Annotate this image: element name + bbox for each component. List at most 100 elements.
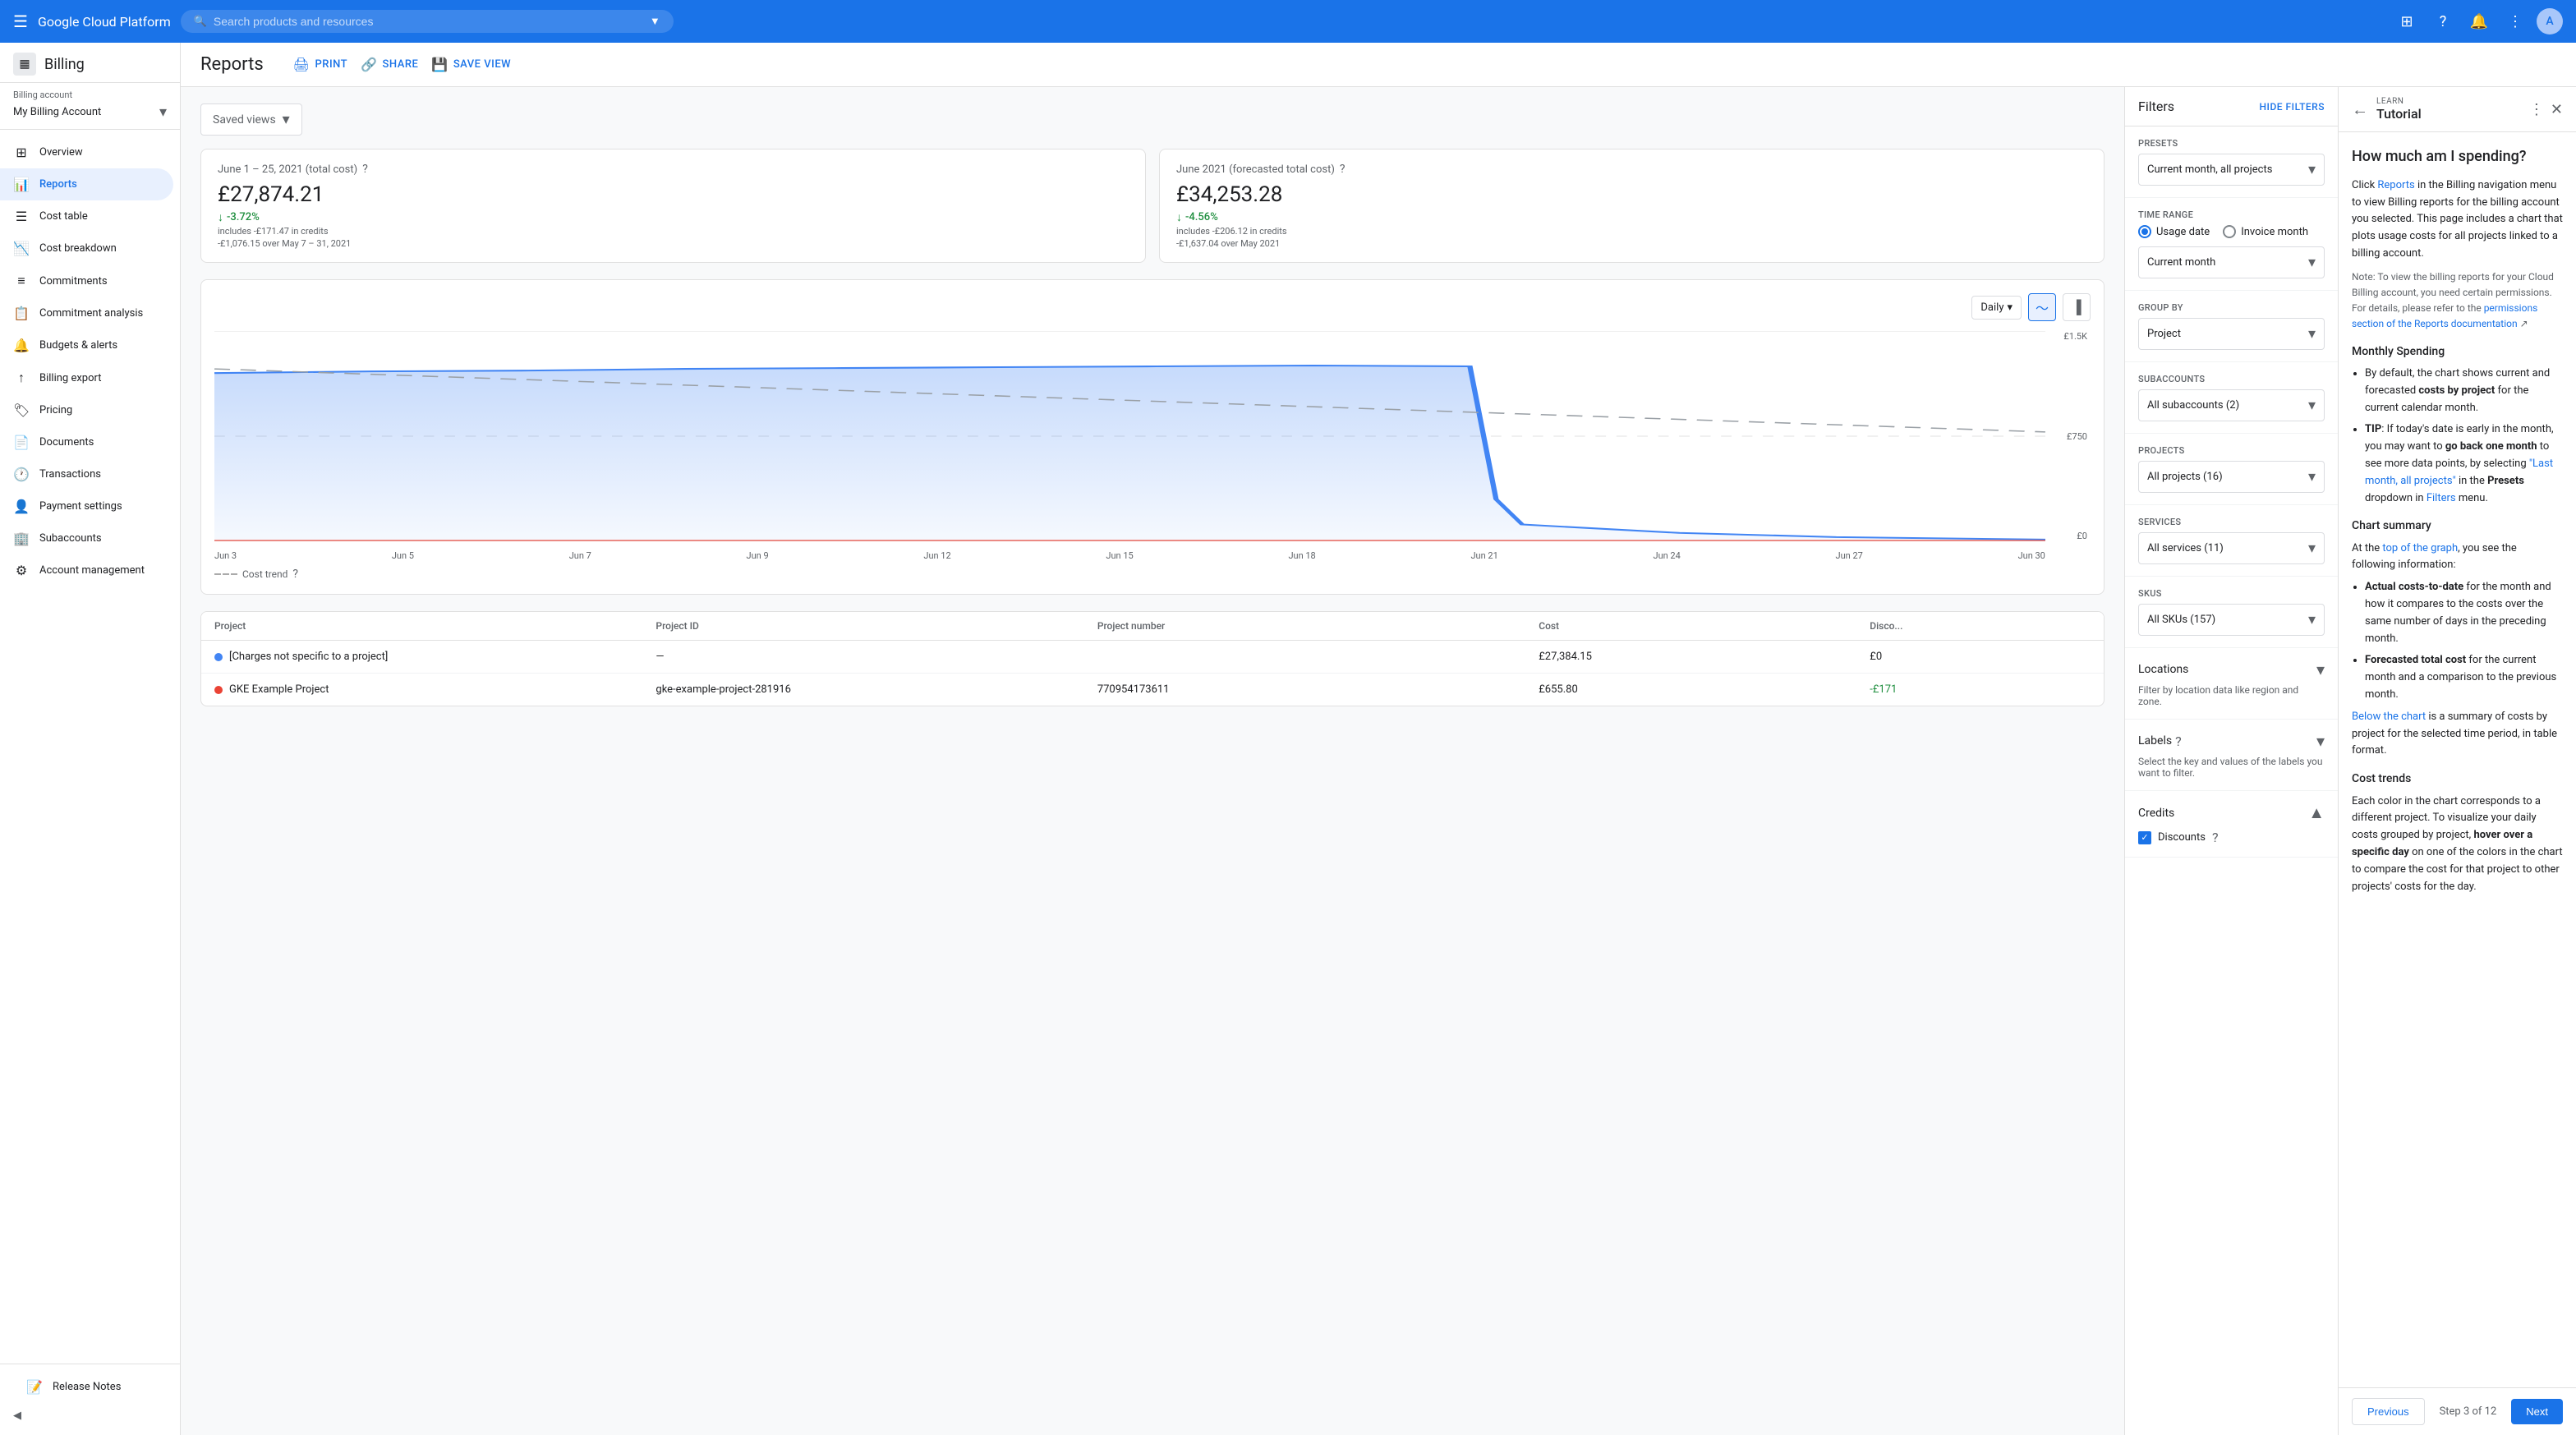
forecast-cost-help-icon[interactable]: ?: [1340, 163, 1346, 176]
sidebar-item-label-commitments: Commitments: [39, 275, 108, 287]
print-icon: 🖨: [293, 57, 310, 72]
sidebar-item-release-notes[interactable]: 📝 Release Notes: [13, 1371, 160, 1403]
tutorial-reports-link[interactable]: Reports: [2377, 179, 2414, 191]
usage-date-label: Usage date: [2156, 226, 2210, 238]
sidebar-item-transactions[interactable]: 🕐 Transactions: [0, 458, 173, 490]
services-select[interactable]: All services (11) ▾: [2138, 532, 2325, 564]
share-button[interactable]: 🔗 SHARE: [361, 57, 418, 72]
discounts-checkbox[interactable]: [2138, 831, 2151, 844]
reports-main: Saved views ▾ June 1 – 25, 2021 (total c…: [181, 87, 2124, 1435]
labels-collapsible[interactable]: Labels ? ▾: [2138, 731, 2325, 751]
tutorial-more-icon[interactable]: ⋮: [2529, 101, 2544, 118]
labels-help-icon[interactable]: ?: [2175, 734, 2182, 749]
sidebar-item-cost-breakdown[interactable]: 📉 Cost breakdown: [0, 232, 173, 264]
project-color-dot-1: [214, 653, 223, 661]
tutorial-next-button[interactable]: Next: [2511, 1399, 2563, 1424]
discounts-help-icon[interactable]: ?: [2212, 830, 2219, 845]
credits-collapsible[interactable]: Credits ▲: [2138, 803, 2325, 823]
more-icon[interactable]: ⋮: [2500, 7, 2530, 36]
time-range-period-select[interactable]: Current month ▾: [2138, 246, 2325, 278]
sidebar-item-documents[interactable]: 📄 Documents: [0, 426, 173, 458]
locations-collapsible[interactable]: Locations ▾: [2138, 660, 2325, 679]
actual-cost-title: June 1 – 25, 2021 (total cost): [218, 163, 357, 176]
tutorial-permissions-link[interactable]: permissions section of the Reports docum…: [2352, 302, 2537, 329]
x-label-6: Jun 15: [1106, 550, 1133, 561]
subaccounts-filter-label: Subaccounts: [2138, 374, 2325, 384]
saved-views-dropdown[interactable]: Saved views ▾: [200, 103, 302, 136]
avatar[interactable]: A: [2537, 8, 2563, 34]
sidebar-item-overview[interactable]: ⊞ Overview: [0, 136, 173, 168]
sidebar-item-label-reports: Reports: [39, 178, 77, 191]
sidebar-item-label-subaccounts: Subaccounts: [39, 532, 102, 545]
presets-label: Presets: [2138, 138, 2325, 149]
invoice-month-option[interactable]: Invoice month: [2223, 225, 2308, 238]
sidebar-item-payment-settings[interactable]: 👤 Payment settings: [0, 490, 173, 522]
share-icon: 🔗: [361, 57, 377, 72]
print-button[interactable]: 🖨 PRINT: [293, 57, 347, 72]
chart-controls: Daily ▾ 〜 ▐: [214, 293, 2091, 321]
cost-trend-help-icon[interactable]: ?: [292, 568, 298, 581]
sidebar-item-cost-table[interactable]: ☰ Cost table: [0, 200, 173, 232]
subaccounts-select[interactable]: All subaccounts (2) ▾: [2138, 389, 2325, 421]
presets-select[interactable]: Current month, all projects ▾: [2138, 154, 2325, 186]
save-view-button[interactable]: 💾 SAVE VIEW: [431, 57, 511, 72]
help-icon[interactable]: ?: [2428, 7, 2458, 36]
data-table: Project Project ID Project number Cost D…: [200, 611, 2104, 706]
tutorial-back-button[interactable]: ←: [2352, 99, 2368, 120]
sidebar-item-billing-export[interactable]: ↑ Billing export: [0, 361, 173, 394]
forecast-cost-sub2: -£1,637.04 over May 2021: [1176, 238, 2087, 249]
sidebar-item-label-overview: Overview: [39, 146, 83, 159]
filter-group-by: Group by Project ▾: [2125, 291, 2338, 362]
sidebar-item-pricing[interactable]: 🏷 Pricing: [0, 394, 173, 426]
col-cost: Cost: [1539, 620, 1870, 632]
line-chart-button[interactable]: 〜: [2028, 293, 2056, 321]
actual-cost-sub2: -£1,076.15 over May 7 – 31, 2021: [218, 238, 1129, 249]
usage-date-radio[interactable]: [2138, 225, 2151, 238]
chart-period-selector[interactable]: Daily ▾: [1971, 296, 2022, 320]
search-bar[interactable]: 🔍 ▼: [181, 10, 674, 33]
projects-select[interactable]: All projects (16) ▾: [2138, 461, 2325, 493]
group-by-select[interactable]: Project ▾: [2138, 318, 2325, 350]
tutorial-below-chart-link[interactable]: Below the chart: [2352, 711, 2426, 723]
tutorial-top-graph-link[interactable]: top of the graph: [2382, 542, 2458, 554]
filter-time-range: Time range Usage date Invoice month Curr…: [2125, 198, 2338, 291]
tutorial-previous-button[interactable]: Previous: [2352, 1398, 2425, 1425]
sidebar-item-subaccounts[interactable]: 🏢 Subaccounts: [0, 522, 173, 554]
project-cost-2: £655.80: [1539, 683, 1870, 696]
tutorial-close-icon[interactable]: ✕: [2551, 101, 2563, 118]
tutorial-last-month-link[interactable]: "Last month, all projects": [2365, 458, 2553, 487]
sidebar-item-reports[interactable]: 📊 Reports: [0, 168, 173, 200]
filters-header: Filters HIDE FILTERS: [2125, 87, 2338, 126]
usage-date-option[interactable]: Usage date: [2138, 225, 2210, 238]
chart-area: Daily ▾ 〜 ▐ £1.5K £750 £0: [200, 279, 2104, 595]
chart-summary-title: Chart summary: [2352, 517, 2563, 535]
hide-filters-button[interactable]: HIDE FILTERS: [2260, 101, 2325, 113]
actual-cost-help-icon[interactable]: ?: [362, 163, 368, 176]
services-arrow: ▾: [2308, 540, 2316, 557]
notifications-icon[interactable]: 🔔: [2464, 7, 2494, 36]
chart-x-labels: Jun 3 Jun 5 Jun 7 Jun 9 Jun 12 Jun 15 Ju…: [214, 550, 2045, 561]
collapse-sidebar-button[interactable]: ◀: [13, 1403, 167, 1428]
bar-chart-button[interactable]: ▐: [2063, 293, 2091, 321]
tutorial-filters-link[interactable]: Filters: [2426, 492, 2456, 504]
sidebar-item-commitment-analysis[interactable]: 📋 Commitment analysis: [0, 297, 173, 329]
sidebar-item-commitments[interactable]: ≡ Commitments: [0, 264, 173, 297]
content-area: Reports 🖨 PRINT 🔗 SHARE 💾 SAVE VIEW: [181, 43, 2576, 1435]
tutorial-intro-text: Click Reports in the Billing navigation …: [2352, 177, 2563, 263]
x-label-1: Jun 3: [214, 550, 237, 561]
services-filter-label: Services: [2138, 517, 2325, 527]
expand-icon[interactable]: ▼: [650, 15, 660, 28]
search-input[interactable]: [214, 15, 637, 28]
chart-wrapper: £1.5K £750 £0: [214, 331, 2091, 561]
sidebar-item-account-management[interactable]: ⚙ Account management: [0, 554, 173, 586]
filter-presets: Presets Current month, all projects ▾: [2125, 126, 2338, 198]
apps-icon[interactable]: ⊞: [2392, 7, 2422, 36]
invoice-month-radio[interactable]: [2223, 225, 2236, 238]
chart-y-label-top: £1.5K: [2053, 331, 2087, 342]
hamburger-menu[interactable]: ☰: [13, 11, 28, 31]
projects-filter-label: Projects: [2138, 445, 2325, 456]
skus-select[interactable]: All SKUs (157) ▾: [2138, 604, 2325, 636]
project-discount-2: -£171: [1870, 683, 2091, 696]
account-selector[interactable]: My Billing Account ▾: [13, 102, 167, 122]
sidebar-item-budgets-alerts[interactable]: 🔔 Budgets & alerts: [0, 329, 173, 361]
